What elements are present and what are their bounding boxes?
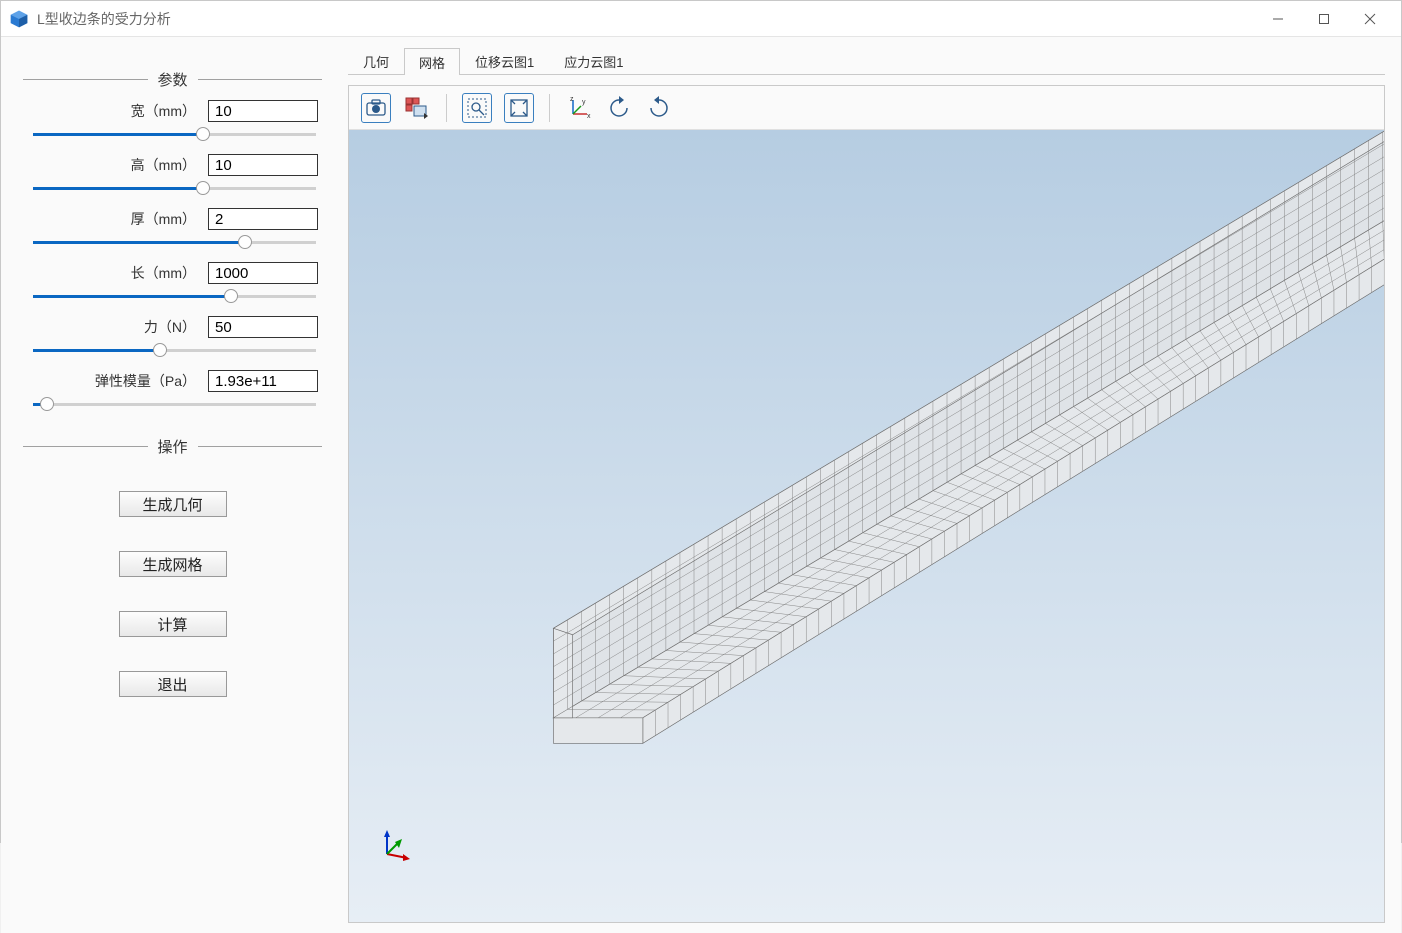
slider-thumb[interactable] — [224, 289, 238, 303]
param-input[interactable] — [208, 154, 318, 176]
svg-text:z: z — [570, 96, 574, 103]
param-row: 高（mm） — [23, 154, 322, 176]
param-label: 力（N） — [144, 317, 196, 337]
main-panel: 几何 网格 位移云图1 应力云图1 — [344, 37, 1401, 933]
mesh-render — [349, 130, 1384, 922]
generate-mesh-button[interactable]: 生成网格 — [119, 551, 227, 577]
app-icon — [9, 9, 29, 29]
ops-button-group: 生成几何 生成网格 计算 退出 — [23, 471, 322, 697]
section-title-ops: 操作 — [148, 436, 198, 457]
app-window: L型收边条的受力分析 参数 宽（mm） 高（mm） 厚（mm） 长（mm） 力（N） 弹性… — [0, 0, 1402, 843]
tab-mesh[interactable]: 网格 — [404, 48, 460, 75]
param-row: 厚（mm） — [23, 208, 322, 230]
maximize-button[interactable] — [1301, 1, 1347, 37]
axes-triad-icon[interactable]: z yx — [565, 94, 593, 122]
slider-thumb[interactable] — [153, 343, 167, 357]
svg-text:y: y — [582, 99, 586, 106]
window-title: L型收边条的受力分析 — [37, 9, 1255, 29]
param-slider[interactable] — [23, 286, 322, 306]
param-label: 宽（mm） — [131, 101, 196, 121]
param-slider[interactable] — [23, 124, 322, 144]
section-header-params: 参数 — [23, 69, 322, 90]
titlebar: L型收边条的受力分析 — [1, 1, 1401, 37]
param-row: 长（mm） — [23, 262, 322, 284]
param-label: 高（mm） — [131, 155, 196, 175]
slider-thumb[interactable] — [238, 235, 252, 249]
toolbar-separator — [446, 94, 447, 122]
rotate-right-icon[interactable] — [645, 94, 673, 122]
zoom-box-icon[interactable] — [462, 93, 492, 123]
orientation-triad-icon — [377, 828, 413, 864]
slider-thumb[interactable] — [196, 127, 210, 141]
graphics-area: z yx — [348, 85, 1385, 923]
param-label: 弹性模量（Pa） — [95, 371, 196, 391]
rotate-left-icon[interactable] — [605, 94, 633, 122]
svg-text:x: x — [587, 113, 591, 120]
param-row: 力（N） — [23, 316, 322, 338]
param-row: 弹性模量（Pa） — [23, 370, 322, 392]
viewport-canvas[interactable] — [349, 130, 1384, 922]
result-tabs: 几何 网格 位移云图1 应力云图1 — [348, 47, 1385, 75]
compute-button[interactable]: 计算 — [119, 611, 227, 637]
close-button[interactable] — [1347, 1, 1393, 37]
snapshot-icon[interactable] — [361, 93, 391, 123]
window-controls — [1255, 1, 1393, 37]
param-input[interactable] — [208, 316, 318, 338]
param-input[interactable] — [208, 370, 318, 392]
exit-button[interactable]: 退出 — [119, 671, 227, 697]
param-input[interactable] — [208, 208, 318, 230]
zoom-extents-icon[interactable] — [504, 93, 534, 123]
scene-selector-icon[interactable] — [403, 94, 431, 122]
param-slider[interactable] — [23, 394, 322, 414]
param-label: 长（mm） — [131, 263, 196, 283]
graphics-toolbar: z yx — [349, 86, 1384, 130]
content: 参数 宽（mm） 高（mm） 厚（mm） 长（mm） 力（N） 弹性模量（Pa） 操作 生… — [1, 37, 1401, 933]
tab-geometry[interactable]: 几何 — [348, 47, 404, 74]
param-slider[interactable] — [23, 178, 322, 198]
slider-thumb[interactable] — [196, 181, 210, 195]
minimize-button[interactable] — [1255, 1, 1301, 37]
param-input[interactable] — [208, 100, 318, 122]
param-label: 厚（mm） — [131, 209, 196, 229]
tab-displacement[interactable]: 位移云图1 — [460, 47, 549, 74]
tab-stress[interactable]: 应力云图1 — [549, 47, 638, 74]
toolbar-separator — [549, 94, 550, 122]
section-header-ops: 操作 — [23, 436, 322, 457]
param-input[interactable] — [208, 262, 318, 284]
section-title-params: 参数 — [148, 69, 198, 90]
param-row: 宽（mm） — [23, 100, 322, 122]
slider-thumb[interactable] — [40, 397, 54, 411]
param-slider[interactable] — [23, 232, 322, 252]
generate-geometry-button[interactable]: 生成几何 — [119, 491, 227, 517]
param-slider[interactable] — [23, 340, 322, 360]
left-panel: 参数 宽（mm） 高（mm） 厚（mm） 长（mm） 力（N） 弹性模量（Pa） 操作 生… — [1, 37, 344, 933]
